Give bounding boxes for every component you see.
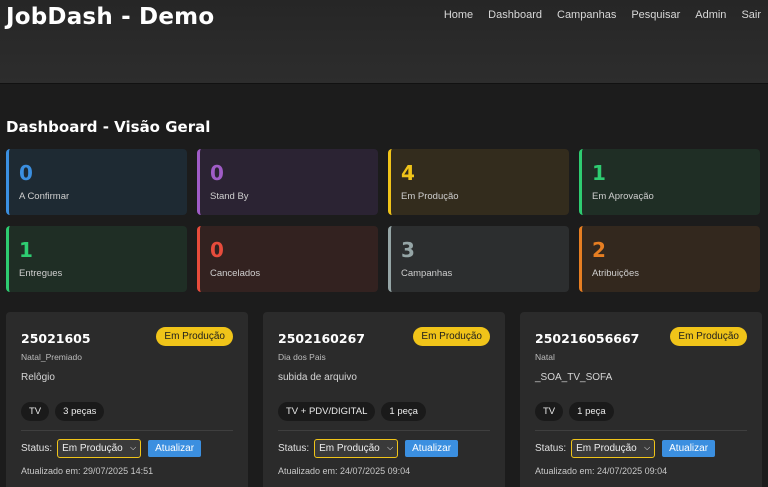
stat-label: A Confirmar: [19, 191, 70, 202]
divider: [535, 430, 747, 431]
tag-media: TV: [535, 402, 564, 421]
nav-home[interactable]: Home: [444, 9, 473, 21]
job-card: 250216056667 Em Produção Natal _SOA_TV_S…: [520, 312, 762, 487]
status-select-value: Em Produção: [319, 443, 380, 454]
tag-pieces: 1 peça: [381, 402, 426, 421]
tag-media: TV: [21, 402, 50, 421]
job-card: 2502160267 Em Produção Dia dos Pais subi…: [263, 312, 505, 487]
job-title: Relôgio: [21, 372, 55, 383]
chevron-down-icon: ⌵: [130, 443, 137, 452]
status-label: Status:: [278, 443, 310, 454]
brand-logo[interactable]: JobDash - Demo: [6, 4, 214, 30]
updated-timestamp: Atualizado em: 24/07/2025 09:04: [535, 466, 668, 476]
status-row: Status: Em Produção ⌵ Atualizar: [535, 439, 747, 458]
stat-label: Cancelados: [210, 268, 261, 279]
status-select[interactable]: Em Produção ⌵: [57, 439, 142, 458]
job-tags: TV 3 peças: [21, 402, 233, 421]
status-row: Status: Em Produção ⌵ Atualizar: [21, 439, 233, 458]
status-select[interactable]: Em Produção ⌵: [314, 439, 399, 458]
stat-value: 4: [401, 161, 415, 185]
job-campaign: Dia dos Pais: [278, 352, 326, 362]
job-tags: TV 1 peça: [535, 402, 747, 421]
update-button[interactable]: Atualizar: [148, 440, 202, 457]
chevron-down-icon: ⌵: [387, 443, 394, 452]
job-campaign: Natal: [535, 352, 555, 362]
job-title: _SOA_TV_SOFA: [535, 372, 613, 383]
stats-grid: 0 A Confirmar 0 Stand By 4 Em Produção 1…: [6, 149, 762, 292]
stat-value: 0: [210, 238, 224, 262]
divider: [21, 430, 233, 431]
nav-admin[interactable]: Admin: [695, 9, 726, 21]
status-select-value: Em Produção: [576, 443, 637, 454]
job-tags: TV + PDV/DIGITAL 1 peça: [278, 402, 490, 421]
stat-card-em-producao[interactable]: 4 Em Produção: [388, 149, 569, 215]
stat-label: Em Produção: [401, 191, 459, 202]
stat-card-em-aprovacao[interactable]: 1 Em Aprovação: [579, 149, 760, 215]
stat-label: Entregues: [19, 268, 63, 279]
stat-card-stand-by[interactable]: 0 Stand By: [197, 149, 378, 215]
stat-card-entregues[interactable]: 1 Entregues: [6, 226, 187, 292]
nav-sair[interactable]: Sair: [741, 9, 761, 21]
stat-value: 0: [210, 161, 224, 185]
stat-card-atribuicoes[interactable]: 2 Atribuições: [579, 226, 760, 292]
job-card: 25021605 Em Produção Natal_Premiado Relô…: [6, 312, 248, 487]
status-label: Status:: [21, 443, 53, 454]
top-bar: JobDash - Demo Home Dashboard Campanhas …: [0, 0, 768, 84]
stat-value: 1: [592, 161, 606, 185]
nav-dashboard[interactable]: Dashboard: [488, 9, 542, 21]
updated-timestamp: Atualizado em: 29/07/2025 14:51: [21, 466, 154, 476]
update-button[interactable]: Atualizar: [405, 440, 459, 457]
updated-timestamp: Atualizado em: 24/07/2025 09:04: [278, 466, 411, 476]
stat-value: 2: [592, 238, 606, 262]
main-nav: Home Dashboard Campanhas Pesquisar Admin…: [444, 9, 761, 21]
stat-card-a-confirmar[interactable]: 0 A Confirmar: [6, 149, 187, 215]
stat-value: 1: [19, 238, 33, 262]
status-badge: Em Produção: [413, 327, 490, 346]
status-label: Status:: [535, 443, 567, 454]
job-campaign: Natal_Premiado: [21, 352, 82, 362]
chevron-down-icon: ⌵: [644, 443, 651, 452]
stat-value: 0: [19, 161, 33, 185]
page-title: Dashboard - Visão Geral: [6, 118, 211, 136]
divider: [278, 430, 490, 431]
tag-pieces: 3 peças: [55, 402, 105, 421]
stat-card-campanhas[interactable]: 3 Campanhas: [388, 226, 569, 292]
tag-pieces: 1 peça: [569, 402, 614, 421]
stat-label: Campanhas: [401, 268, 453, 279]
stat-value: 3: [401, 238, 415, 262]
status-badge: Em Produção: [670, 327, 747, 346]
job-title: subida de arquivo: [278, 372, 357, 383]
tag-media: TV + PDV/DIGITAL: [278, 402, 376, 421]
status-select[interactable]: Em Produção ⌵: [571, 439, 656, 458]
stat-label: Atribuições: [592, 268, 639, 279]
nav-campanhas[interactable]: Campanhas: [557, 9, 616, 21]
stat-label: Em Aprovação: [592, 191, 654, 202]
status-row: Status: Em Produção ⌵ Atualizar: [278, 439, 490, 458]
status-select-value: Em Produção: [62, 443, 123, 454]
status-badge: Em Produção: [156, 327, 233, 346]
stat-label: Stand By: [210, 191, 249, 202]
nav-pesquisar[interactable]: Pesquisar: [631, 9, 680, 21]
stat-card-cancelados[interactable]: 0 Cancelados: [197, 226, 378, 292]
update-button[interactable]: Atualizar: [662, 440, 716, 457]
job-cards: 25021605 Em Produção Natal_Premiado Relô…: [6, 312, 762, 487]
